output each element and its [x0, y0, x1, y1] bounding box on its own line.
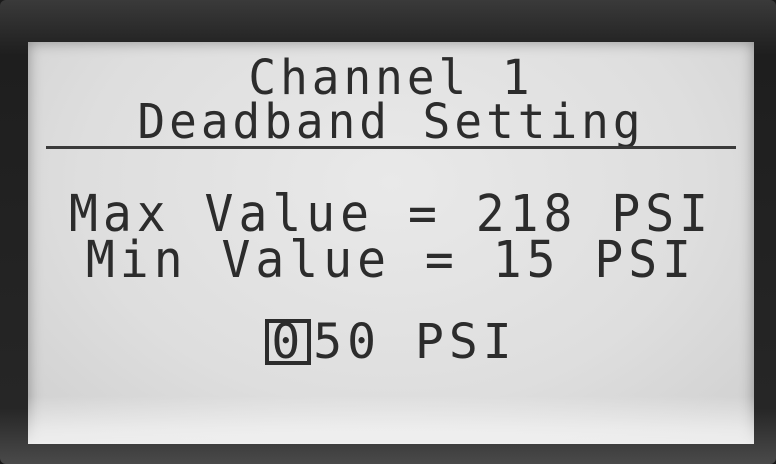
- min-value-line: Min Value = 15 PSI: [85, 230, 697, 290]
- edit-cursor-digit[interactable]: 0: [265, 318, 312, 366]
- deadband-value-text: 50 PSI: [313, 314, 517, 370]
- page-title: Deadband Setting: [137, 92, 645, 150]
- lcd-screen: Channel 1 Deadband Setting Max Value = 2…: [28, 42, 754, 444]
- deadband-value-field[interactable]: 0 50 PSI: [28, 318, 754, 366]
- device-bezel: Channel 1 Deadband Setting Max Value = 2…: [0, 0, 776, 464]
- title-divider: [46, 146, 736, 149]
